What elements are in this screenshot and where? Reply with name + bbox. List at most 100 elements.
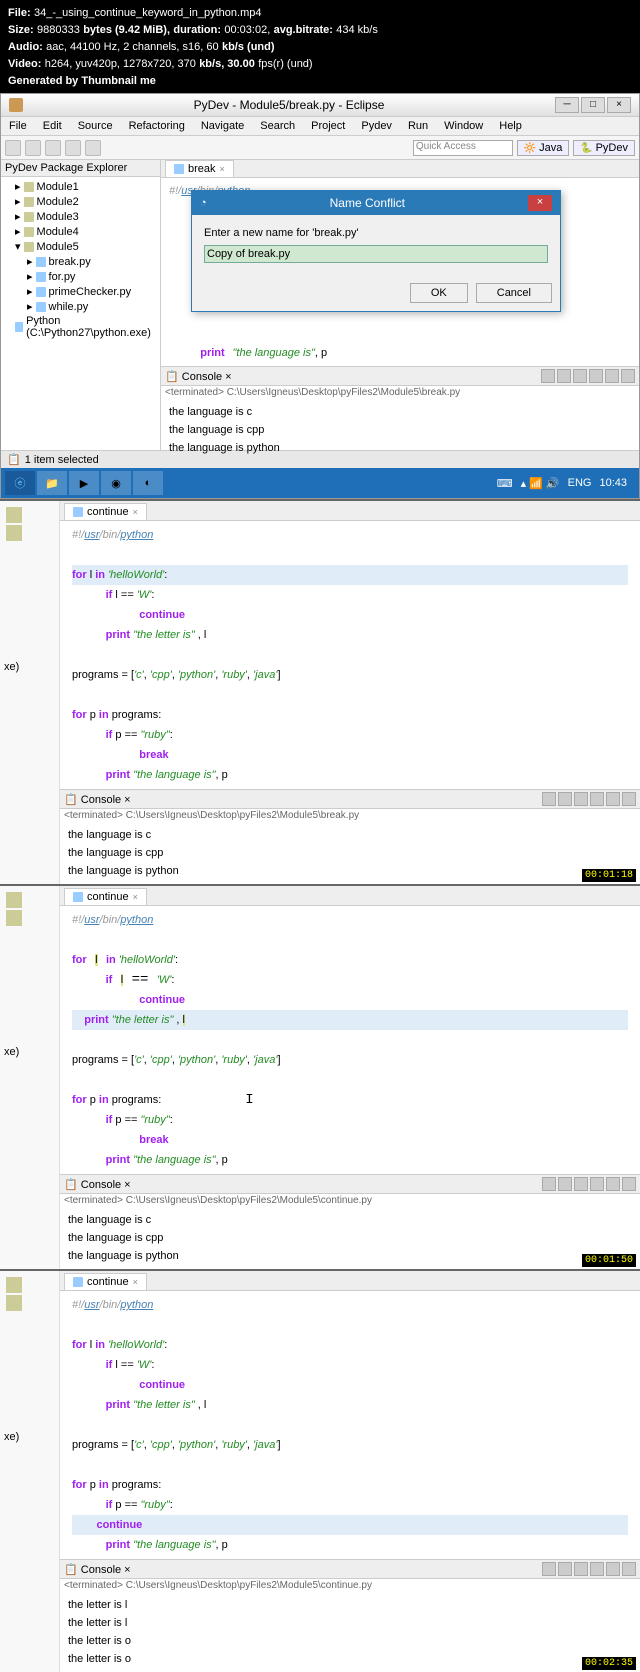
editor-tab[interactable]: continue ×: [64, 1273, 147, 1290]
console-tab[interactable]: 📋 Console ×: [165, 370, 232, 383]
timestamp: 00:01:18: [582, 869, 636, 882]
tree-item[interactable]: ▸for.py: [3, 269, 158, 284]
media-icon[interactable]: ▶: [69, 471, 99, 495]
editor-tab[interactable]: continue ×: [64, 503, 147, 520]
toolbar-button[interactable]: [5, 140, 21, 156]
console-icon[interactable]: [542, 792, 556, 806]
outline-gutter: xe): [0, 886, 60, 1269]
console-tab[interactable]: 📋 Console ×: [64, 1563, 131, 1576]
menu-search[interactable]: Search: [256, 119, 299, 133]
ok-button[interactable]: OK: [410, 283, 468, 303]
console-icon[interactable]: [558, 1562, 572, 1576]
outline-icon[interactable]: [6, 1277, 22, 1293]
menu-project[interactable]: Project: [307, 119, 349, 133]
eclipse-taskbar-icon[interactable]: ◐: [133, 471, 163, 495]
console-icon[interactable]: [589, 369, 603, 383]
console-icon[interactable]: [558, 1177, 572, 1191]
menu-navigate[interactable]: Navigate: [197, 119, 248, 133]
close-button[interactable]: ×: [607, 97, 631, 113]
perspective-java[interactable]: 🔆 Java: [517, 140, 569, 156]
console-icon[interactable]: [558, 792, 572, 806]
console-icon[interactable]: [622, 792, 636, 806]
console-icon[interactable]: [542, 1177, 556, 1191]
console-icon[interactable]: [542, 1562, 556, 1576]
ie-icon[interactable]: ⓔ: [5, 471, 35, 495]
timestamp: 00:02:35: [582, 1657, 636, 1670]
console-icon[interactable]: [606, 1177, 620, 1191]
tree-item[interactable]: ▸primeChecker.py: [3, 284, 158, 299]
tree-item[interactable]: ▸Module2: [3, 194, 158, 209]
outline-icon[interactable]: [6, 507, 22, 523]
clock[interactable]: 10:43: [599, 477, 627, 489]
dialog-label: Enter a new name for 'break.py': [204, 227, 548, 239]
console-icon[interactable]: [574, 792, 588, 806]
minimize-button[interactable]: ─: [555, 97, 579, 113]
menu-run[interactable]: Run: [404, 119, 432, 133]
menu-edit[interactable]: Edit: [39, 119, 66, 133]
console-icon[interactable]: [574, 1177, 588, 1191]
chrome-icon[interactable]: ◉: [101, 471, 131, 495]
console-icon[interactable]: [590, 792, 604, 806]
tree-item[interactable]: ▾Module5: [3, 239, 158, 254]
console-icon[interactable]: [590, 1562, 604, 1576]
console-icon[interactable]: [605, 369, 619, 383]
console-tab[interactable]: 📋 Console ×: [64, 1178, 131, 1191]
tree-item[interactable]: ▸while.py: [3, 299, 158, 314]
console-icon[interactable]: [573, 369, 587, 383]
console-icon[interactable]: [574, 1562, 588, 1576]
explorer-icon[interactable]: 📁: [37, 471, 67, 495]
tree-item[interactable]: ▸Module3: [3, 209, 158, 224]
menu-file[interactable]: File: [5, 119, 31, 133]
perspective-pydev[interactable]: 🐍 PyDev: [573, 140, 635, 156]
cancel-button[interactable]: Cancel: [476, 283, 552, 303]
menu-window[interactable]: Window: [440, 119, 487, 133]
language-indicator[interactable]: ENG: [568, 477, 592, 489]
tree-item[interactable]: Python (C:\Python27\python.exe): [3, 314, 158, 340]
console-output: the language is cthe language is cppthe …: [60, 1207, 640, 1269]
quick-access-input[interactable]: Quick Access: [413, 140, 513, 156]
menu-source[interactable]: Source: [74, 119, 117, 133]
editor-tab[interactable]: continue ×: [64, 888, 147, 905]
console-icon[interactable]: [622, 1562, 636, 1576]
console-icon[interactable]: [541, 369, 555, 383]
frame-2: xe) continue × #!/usr/bin/python for l i…: [0, 499, 640, 884]
toolbar-button[interactable]: [45, 140, 61, 156]
outline-gutter: xe): [0, 501, 60, 884]
outline-icon[interactable]: [6, 910, 22, 926]
keyboard-icon[interactable]: ⌨: [497, 477, 513, 490]
close-icon[interactable]: ×: [220, 164, 225, 174]
console-icon[interactable]: [557, 369, 571, 383]
editor-tab[interactable]: break ×: [165, 160, 234, 177]
menu-refactoring[interactable]: Refactoring: [125, 119, 189, 133]
filename-input[interactable]: [204, 245, 548, 263]
timestamp: 00:01:50: [582, 1254, 636, 1267]
menu-help[interactable]: Help: [495, 119, 526, 133]
outline-icon[interactable]: [6, 892, 22, 908]
console-icon[interactable]: [590, 1177, 604, 1191]
console-icon[interactable]: [622, 1177, 636, 1191]
console-icon[interactable]: [621, 369, 635, 383]
menu-pydev[interactable]: Pydev: [357, 119, 396, 133]
toolbar-button[interactable]: [25, 140, 41, 156]
dialog-close-button[interactable]: ×: [528, 195, 552, 211]
window-titlebar: PyDev - Module5/break.py - Eclipse ─ □ ×: [1, 94, 639, 117]
tree-item[interactable]: ▸Module1: [3, 179, 158, 194]
code-editor[interactable]: #!/usr/bin/python for l in 'helloWorld':…: [60, 906, 640, 1174]
tree-item[interactable]: ▸Module4: [3, 224, 158, 239]
outline-icon[interactable]: [6, 525, 22, 541]
toolbar-button[interactable]: [65, 140, 81, 156]
console-icon[interactable]: [606, 792, 620, 806]
window-title: PyDev - Module5/break.py - Eclipse: [29, 98, 549, 112]
dialog-title: Name Conflict: [213, 196, 522, 210]
outline-icon[interactable]: [6, 1295, 22, 1311]
package-explorer: PyDev Package Explorer ▸Module1 ▸Module2…: [1, 160, 161, 450]
console-tab[interactable]: 📋 Console ×: [64, 793, 131, 806]
code-editor[interactable]: #!/usr/bin/python for l in 'helloWorld':…: [60, 521, 640, 789]
tree-item[interactable]: ▸break.py: [3, 254, 158, 269]
console-icon[interactable]: [606, 1562, 620, 1576]
dialog-icon: ◔: [200, 197, 207, 209]
code-editor[interactable]: #!/usr/bin/python for l in 'helloWorld':…: [60, 1291, 640, 1559]
name-conflict-dialog: ◔ Name Conflict × Enter a new name for 'br…: [191, 190, 561, 312]
maximize-button[interactable]: □: [581, 97, 605, 113]
toolbar-button[interactable]: [85, 140, 101, 156]
